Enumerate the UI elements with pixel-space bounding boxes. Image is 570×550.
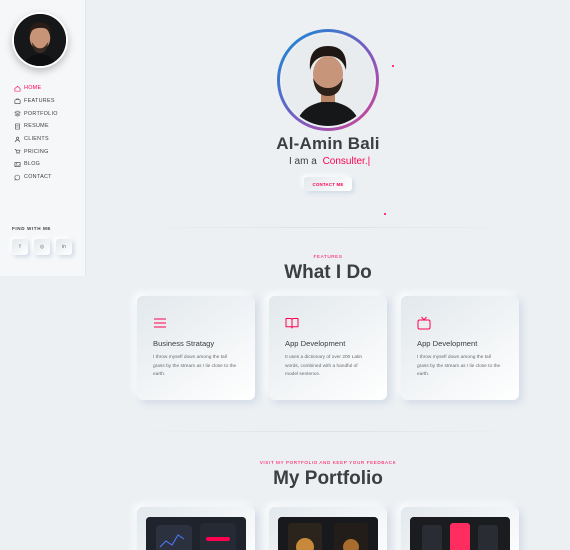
home-icon xyxy=(14,85,21,92)
feature-card-desc: It uses a dictionary of over 200 Latin w… xyxy=(285,355,363,378)
decor-dot xyxy=(384,213,386,215)
decor-dot xyxy=(392,65,394,67)
feature-card-title: App Development xyxy=(417,339,478,348)
role-prefix: I am a xyxy=(289,156,317,167)
avatar[interactable] xyxy=(12,12,68,68)
social-links: f ◎ in xyxy=(12,239,72,255)
section-divider xyxy=(136,431,520,432)
nav-item-features[interactable]: FEATURES xyxy=(14,95,58,108)
portfolio-thumbnail xyxy=(278,517,378,550)
resume-icon xyxy=(14,123,21,130)
contact-icon xyxy=(14,174,21,181)
nav-item-label: HOME xyxy=(24,85,42,92)
nav-item-label: PORTFOLIO xyxy=(24,110,58,117)
role-typed: Consulter. xyxy=(322,156,368,167)
nav-item-label: RESUME xyxy=(24,123,49,130)
tv-icon xyxy=(417,316,431,330)
feature-card-desc: I throw myself down among the tall grass… xyxy=(417,355,501,378)
contact-me-button[interactable]: CONTACT ME xyxy=(304,177,352,191)
portfolio-thumbnail xyxy=(146,517,246,550)
find-with-me-title: FIND WITH ME xyxy=(12,226,52,231)
nav-item-resume[interactable]: RESUME xyxy=(14,120,58,133)
nav-item-label: CONTACT xyxy=(24,174,52,181)
feature-card-title: Business Stratagy xyxy=(153,339,215,348)
instagram-icon[interactable]: ◎ xyxy=(34,239,50,255)
portfolio-card[interactable] xyxy=(269,507,387,550)
portfolio-card[interactable] xyxy=(401,507,519,550)
section-divider xyxy=(136,227,520,228)
portfolio-card[interactable] xyxy=(137,507,255,550)
portfolio-subtitle: VISIT MY PORTFOLIO AND KEEP YOUR FEEDBAC… xyxy=(259,460,397,465)
features-title: What I Do xyxy=(284,262,372,283)
portfolio-thumbnail xyxy=(410,517,510,550)
nav-item-label: BLOG xyxy=(24,161,41,168)
feature-card[interactable]: App Development I throw myself down amon… xyxy=(401,296,519,400)
facebook-icon[interactable]: f xyxy=(12,239,28,255)
book-icon xyxy=(285,316,299,330)
blog-icon xyxy=(14,161,21,168)
feature-card[interactable]: Business Stratagy I throw myself down am… xyxy=(137,296,255,400)
features-subtitle: FEATURES xyxy=(313,254,343,259)
portfolio-title: My Portfolio xyxy=(273,468,383,489)
features-icon xyxy=(14,98,21,105)
typing-cursor: | xyxy=(367,156,371,167)
linkedin-icon[interactable]: in xyxy=(56,239,72,255)
nav-item-blog[interactable]: BLOG xyxy=(14,158,58,171)
nav-item-contact[interactable]: CONTACT xyxy=(14,171,58,184)
feature-card[interactable]: App Development It uses a dictionary of … xyxy=(269,296,387,400)
menu-icon xyxy=(153,316,167,330)
portfolio-icon xyxy=(14,110,21,117)
hero-photo xyxy=(277,29,379,131)
nav-item-label: FEATURES xyxy=(24,98,55,105)
hero-name: Al-Amin Bali xyxy=(276,134,380,153)
hero-role: I am a Consulter.| xyxy=(289,156,370,167)
feature-card-desc: I throw myself down among the tall grass… xyxy=(153,355,237,378)
nav-item-home[interactable]: HOME xyxy=(14,82,58,95)
nav-item-portfolio[interactable]: PORTFOLIO xyxy=(14,107,58,120)
main-nav: HOME FEATURES PORTFOLIO RESUME CLIENTS PRICIN… xyxy=(14,82,58,184)
feature-card-title: App Development xyxy=(285,339,346,348)
